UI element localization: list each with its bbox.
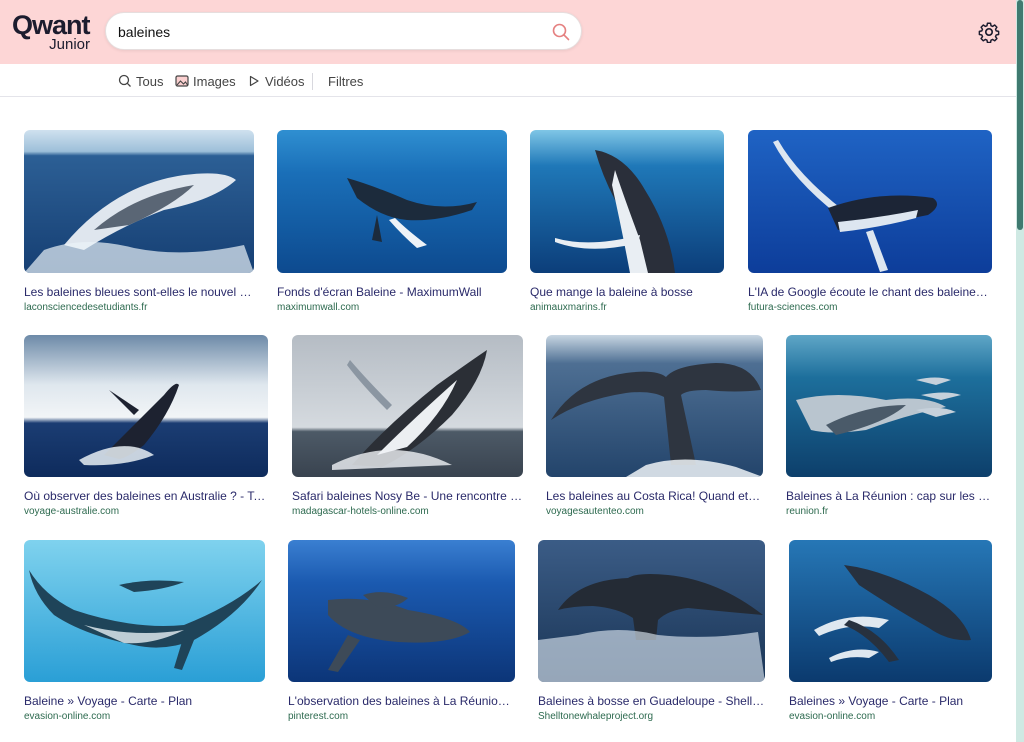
result-domain: voyagesautenteo.com bbox=[546, 506, 644, 517]
result-thumbnail[interactable] bbox=[24, 335, 268, 477]
tab-filters[interactable]: Filtres bbox=[328, 72, 363, 90]
result-domain: Shelltonewhaleproject.org bbox=[538, 711, 654, 722]
scrollbar-thumb[interactable] bbox=[1017, 0, 1023, 230]
result-title[interactable]: Les baleines bleues sont-elles le nouvel… bbox=[24, 285, 254, 300]
tab-divider bbox=[312, 73, 313, 90]
result-thumbnail[interactable] bbox=[292, 335, 523, 477]
logo-sub-text: Junior bbox=[49, 36, 90, 53]
result-thumbnail[interactable] bbox=[546, 335, 763, 477]
tab-all-label: Tous bbox=[136, 73, 164, 89]
search-tabs: Tous Images Vidéos Filtres bbox=[0, 64, 1016, 97]
search-icon[interactable] bbox=[551, 22, 571, 42]
search-box bbox=[105, 12, 582, 50]
result-domain: animauxmarins.fr bbox=[530, 302, 607, 313]
header-bar: Qwant Junior bbox=[0, 0, 1024, 64]
result-domain: evasion-online.com bbox=[789, 711, 876, 722]
result-domain: reunion.fr bbox=[786, 506, 829, 517]
result-title[interactable]: Baleines à La Réunion : cap sur les gé… bbox=[786, 489, 992, 504]
result-title[interactable]: Safari baleines Nosy Be - Une rencontre … bbox=[292, 489, 523, 504]
result-thumbnail[interactable] bbox=[277, 130, 507, 273]
result-title[interactable]: Que mange la baleine à bosse bbox=[530, 285, 724, 300]
tab-videos-label: Vidéos bbox=[265, 73, 305, 89]
gear-icon[interactable] bbox=[978, 21, 1000, 44]
result-domain: futura-sciences.com bbox=[748, 302, 838, 313]
tab-images-label: Images bbox=[193, 73, 236, 89]
result-domain: madagascar-hotels-online.com bbox=[292, 506, 429, 517]
result-title[interactable]: Baleine » Voyage - Carte - Plan bbox=[24, 694, 265, 709]
result-title[interactable]: Fonds d'écran Baleine - MaximumWall bbox=[277, 285, 507, 300]
result-thumbnail[interactable] bbox=[288, 540, 515, 682]
result-thumbnail[interactable] bbox=[538, 540, 765, 682]
result-thumbnail[interactable] bbox=[530, 130, 724, 273]
result-title[interactable]: Baleines à bosse en Guadeloupe - Shellto… bbox=[538, 694, 765, 709]
result-domain: pinterest.com bbox=[288, 711, 349, 722]
result-domain: evasion-online.com bbox=[24, 711, 111, 722]
search-input[interactable] bbox=[118, 21, 538, 43]
result-thumbnail[interactable] bbox=[748, 130, 992, 273]
result-title[interactable]: Les baleines au Costa Rica! Quand et où… bbox=[546, 489, 763, 504]
search-small-icon bbox=[118, 74, 131, 87]
tab-filters-label: Filtres bbox=[328, 73, 364, 89]
result-thumbnail[interactable] bbox=[24, 540, 265, 682]
tab-videos[interactable]: Vidéos bbox=[247, 72, 305, 90]
tab-all[interactable]: Tous bbox=[118, 72, 163, 90]
image-icon bbox=[175, 75, 189, 87]
result-title[interactable]: Où observer des baleines en Australie ? … bbox=[24, 489, 268, 504]
result-thumbnail[interactable] bbox=[786, 335, 992, 477]
result-domain: voyage-australie.com bbox=[24, 506, 120, 517]
result-thumbnail[interactable] bbox=[789, 540, 992, 682]
result-title[interactable]: Baleines » Voyage - Carte - Plan bbox=[789, 694, 992, 709]
play-icon bbox=[249, 75, 259, 87]
result-thumbnail[interactable] bbox=[24, 130, 254, 273]
tab-images[interactable]: Images bbox=[175, 72, 236, 90]
result-domain: maximumwall.com bbox=[277, 302, 360, 313]
result-title[interactable]: L'IA de Google écoute le chant des balei… bbox=[748, 285, 992, 300]
result-domain: laconsciencedesetudiants.fr bbox=[24, 302, 148, 313]
qwant-junior-logo[interactable]: Qwant Junior bbox=[12, 10, 94, 54]
result-title[interactable]: L'observation des baleines à La Réunion … bbox=[288, 694, 515, 709]
